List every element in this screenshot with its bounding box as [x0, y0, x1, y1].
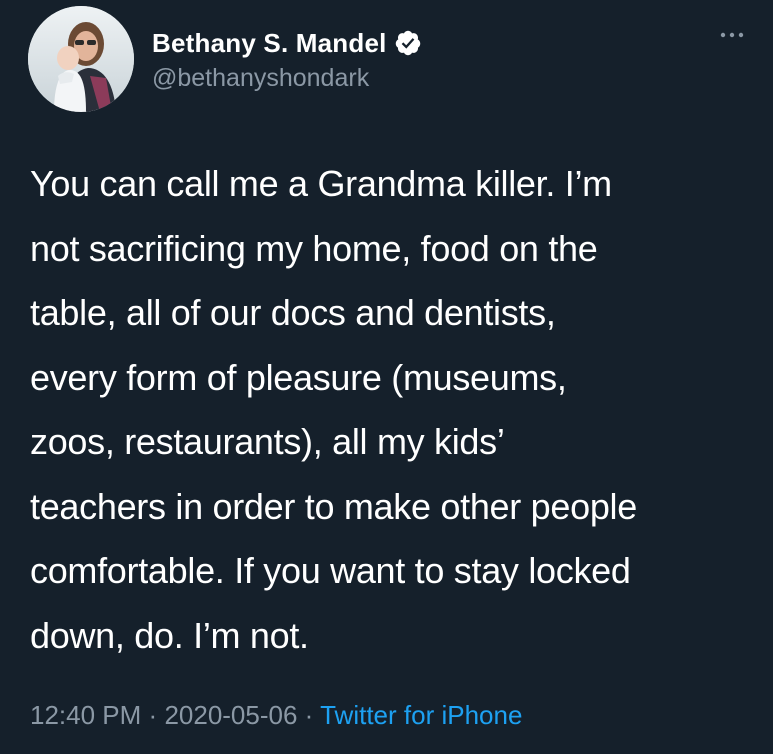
tweet-text-line: comfortable. If you want to stay locked [30, 550, 631, 591]
tweet-text-line: every form of pleasure (museums, [30, 356, 567, 398]
display-name-row: Bethany S. Mandel [152, 26, 422, 60]
verified-badge-icon [394, 29, 422, 57]
handle[interactable]: @bethanyshondark [152, 64, 422, 93]
avatar-photo [28, 6, 134, 112]
meta-separator: · [304, 700, 314, 730]
tweet-text-line: down, do. I’m not. [30, 614, 309, 656]
tweet-text: You can call me a Grandma killer. I’m no… [30, 152, 758, 668]
author-names: Bethany S. Mandel @bethanyshondark [152, 26, 422, 93]
tweet-date[interactable]: 2020-05-06 [164, 700, 297, 730]
tweet-text-line: You can call me a Grandma killer. I’m [30, 163, 612, 204]
tweet: Bethany S. Mandel @bethanyshondark You c… [0, 0, 773, 754]
ellipsis-icon[interactable] [717, 28, 747, 40]
tweet-text-line: not sacrificing my home, food on the [30, 227, 598, 269]
tweet-source-link[interactable]: Twitter for iPhone [320, 700, 522, 730]
tweet-time[interactable]: 12:40 PM [30, 700, 141, 730]
tweet-header: Bethany S. Mandel @bethanyshondark [28, 6, 753, 116]
tweet-text-line: teachers in order to make other people [30, 485, 637, 527]
display-name[interactable]: Bethany S. Mandel [152, 28, 387, 59]
tweet-text-line: zoos, restaurants), all my kids’ [30, 421, 505, 462]
avatar[interactable] [28, 6, 134, 112]
meta-separator: · [148, 700, 158, 730]
tweet-text-line: table, all of our docs and dentists, [30, 292, 556, 333]
tweet-meta: 12:40 PM · 2020-05-06 · Twitter for iPho… [30, 700, 522, 731]
